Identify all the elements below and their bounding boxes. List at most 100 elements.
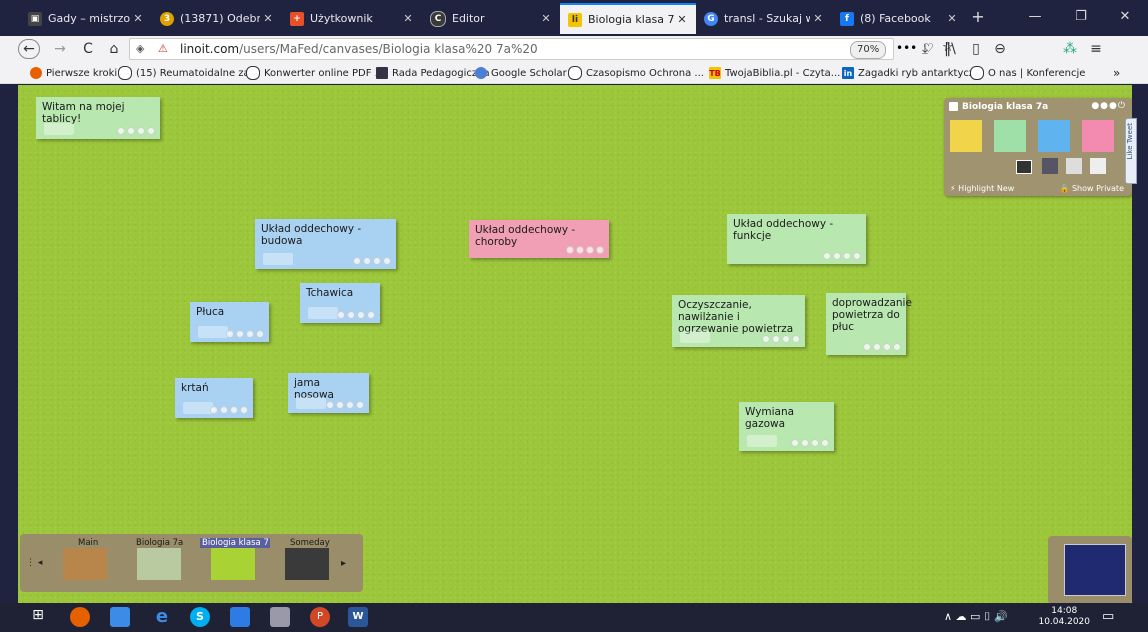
browser-tab[interactable]: ▣ Gady – mistrzowie p ✕ <box>20 3 152 34</box>
canvas-thumbnail-biologia-klasa-7a[interactable] <box>211 548 255 580</box>
note-text: Płuca <box>196 306 225 318</box>
sticky-note[interactable]: Witam na mojej tablicy! <box>36 97 160 139</box>
bookmark-item[interactable]: Rada Pedagogiczna <box>376 65 490 81</box>
note-actions[interactable] <box>863 343 901 351</box>
tab-favicon-icon: G <box>704 11 718 26</box>
sticky-yellow-button[interactable] <box>950 120 982 152</box>
highlight-new-toggle[interactable]: ⚡ Highlight New <box>950 184 1014 193</box>
close-icon[interactable]: ✕ <box>810 12 826 25</box>
browser-tab[interactable]: f (8) Facebook ✕ <box>832 3 966 34</box>
paint-3d-icon[interactable] <box>270 607 290 627</box>
close-window-button[interactable]: ✕ <box>1102 0 1148 32</box>
sticky-note[interactable]: doprowadzanie powietrza do płuc <box>826 293 912 355</box>
bookmark-item[interactable]: Pierwsze kroki <box>30 65 117 81</box>
scroll-left-icon[interactable]: ⋮ ◂ <box>26 558 42 568</box>
social-share-tab[interactable]: Like Tweet <box>1125 118 1137 184</box>
sticky-note[interactable]: Oczyszczanie, nawilżanie i ogrzewanie po… <box>672 295 805 347</box>
close-icon[interactable]: ✕ <box>130 12 146 25</box>
bookmark-item[interactable]: Google Scholar <box>475 65 567 81</box>
sticky-note[interactable]: Układ oddechowy - choroby <box>469 220 609 258</box>
sticky-note[interactable]: Tchawica <box>300 283 380 323</box>
word-icon[interactable]: W <box>348 607 368 627</box>
bookmark-item[interactable]: O nas | Konferencje <box>970 65 1085 81</box>
close-icon[interactable]: ✕ <box>260 12 276 25</box>
sticky-note[interactable]: jama nosowa <box>288 373 369 413</box>
skype-icon[interactable]: S <box>190 607 210 627</box>
sticky-note[interactable]: Wymiana gazowa <box>739 402 834 451</box>
new-tab-button[interactable]: + <box>966 0 990 32</box>
zoom-level-badge[interactable]: 70% <box>850 41 887 59</box>
document-icon[interactable] <box>1090 158 1106 174</box>
canvas-thumbnail-someday[interactable] <box>285 548 329 580</box>
canvas-thumbnail-main[interactable] <box>63 548 107 580</box>
palette-controls-icon[interactable]: ●●●⏻ <box>1091 101 1126 111</box>
bookmark-item[interactable]: (15) Reumatoidalne za... <box>118 65 259 81</box>
minimap-viewport[interactable] <box>1064 544 1126 596</box>
start-button[interactable]: ⊞ <box>28 607 48 627</box>
sticky-note[interactable]: Układ oddechowy - budowa <box>255 219 396 269</box>
paint-icon[interactable] <box>230 607 250 627</box>
canvas-minimap[interactable] <box>1048 536 1132 604</box>
browser-tab[interactable]: G transl - Szukaj w Go ✕ <box>696 3 832 34</box>
attachment-icon[interactable] <box>1066 158 1082 174</box>
bookmark-item[interactable]: in Zagadki ryb antarktycz... <box>842 65 984 81</box>
url-bar[interactable]: ◈ ⚠ linoit.com/users/MaFed/canvases/Biol… <box>129 38 954 60</box>
browser-tab-active[interactable]: li Biologia klasa 7a - l ✕ <box>560 3 696 34</box>
sticky-note[interactable]: Układ oddechowy -funkcje <box>727 214 866 264</box>
extension-icon[interactable]: ⁂ <box>1060 39 1080 59</box>
menu-icon[interactable]: ≡ <box>1086 39 1106 59</box>
shield-icon[interactable]: ◈ <box>136 42 144 55</box>
sticky-note[interactable]: Płuca <box>190 302 269 342</box>
notification-icon[interactable]: ▭ <box>1102 609 1114 624</box>
system-tray-icons[interactable]: ∧ ☁ ▭ ⌷ 🔊 <box>944 610 1008 624</box>
bookmark-item[interactable]: TB TwojaBiblia.pl - Czyta... <box>709 65 840 81</box>
note-actions[interactable] <box>762 335 800 343</box>
canvas-thumbnail-biologia-7a[interactable] <box>137 548 181 580</box>
firefox-taskbar-icon[interactable] <box>70 607 90 627</box>
note-actions[interactable] <box>210 406 248 414</box>
minimize-button[interactable]: — <box>1012 0 1058 32</box>
close-icon[interactable]: ✕ <box>538 12 554 25</box>
note-actions[interactable] <box>823 252 861 260</box>
photo-icon[interactable] <box>1016 160 1032 174</box>
download-icon[interactable]: ⤓ <box>915 39 935 59</box>
note-actions[interactable] <box>337 311 375 319</box>
restore-button[interactable]: ❐ <box>1058 0 1104 32</box>
linoit-canvas[interactable]: Witam na mojej tablicy! Układ oddechowy … <box>18 85 1132 627</box>
browser-tab[interactable]: 3 (13871) Odebrane - ✕ <box>152 3 282 34</box>
sticky-pink-button[interactable] <box>1082 120 1114 152</box>
close-icon[interactable]: ✕ <box>944 12 960 25</box>
edge-icon[interactable]: e <box>152 607 172 627</box>
note-actions[interactable] <box>353 257 391 265</box>
bookmark-item[interactable]: Czasopismo Ochrona ... <box>568 65 704 81</box>
account-icon[interactable]: ⊖ <box>990 39 1010 59</box>
sticky-blue-button[interactable] <box>1038 120 1070 152</box>
file-explorer-icon[interactable] <box>110 607 130 627</box>
sticky-note[interactable]: krtań <box>175 378 253 418</box>
video-icon[interactable] <box>1042 158 1058 174</box>
library-icon[interactable]: ‖\ <box>940 39 960 59</box>
sticky-green-button[interactable] <box>994 120 1026 152</box>
forward-button[interactable]: → <box>50 39 70 59</box>
home-button[interactable]: ⌂ <box>104 39 124 59</box>
note-actions[interactable] <box>791 439 829 447</box>
insecure-lock-icon[interactable]: ⚠ <box>158 42 168 55</box>
social-share-label: Like Tweet <box>1126 123 1134 160</box>
back-button[interactable]: ← <box>18 39 40 59</box>
note-actions[interactable] <box>566 246 604 254</box>
show-private-toggle[interactable]: 🔒 Show Private <box>1059 184 1124 193</box>
close-icon[interactable]: ✕ <box>400 12 416 25</box>
browser-tab[interactable]: + Użytkownik ✕ <box>282 3 422 34</box>
sidebar-icon[interactable]: ▯ <box>966 39 986 59</box>
close-icon[interactable]: ✕ <box>674 13 690 26</box>
bookmarks-overflow-icon[interactable]: » <box>1113 65 1120 81</box>
bookmark-item[interactable]: Konwerter online PDF ... <box>246 65 384 81</box>
note-actions[interactable] <box>226 330 264 338</box>
taskbar-clock[interactable]: 14:08 10.04.2020 <box>1038 606 1090 628</box>
note-actions[interactable] <box>326 401 364 409</box>
powerpoint-icon[interactable]: P <box>310 607 330 627</box>
reload-button[interactable]: C <box>78 39 98 59</box>
browser-tab[interactable]: C Editor ✕ <box>422 3 560 34</box>
note-actions[interactable] <box>117 127 155 135</box>
scroll-right-icon[interactable]: ▸ <box>341 558 346 569</box>
